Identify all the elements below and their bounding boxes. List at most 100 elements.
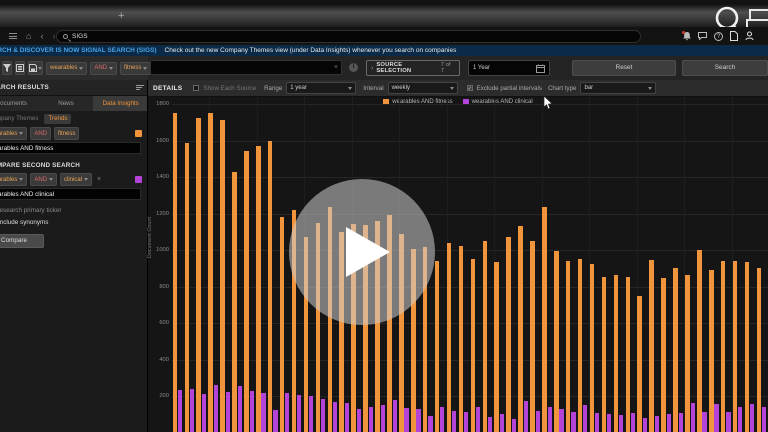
bar-clinical-week21[interactable] <box>416 409 420 432</box>
bar-clinical-week23[interactable] <box>440 407 444 432</box>
help-icon[interactable]: ? <box>714 32 723 41</box>
subtab-company-themes[interactable]: Company Themes <box>0 115 38 122</box>
video-play-overlay[interactable] <box>289 179 435 325</box>
bar-fitness-week25[interactable] <box>459 246 464 432</box>
bar-clinical-week12[interactable] <box>309 396 313 432</box>
search-button[interactable]: Search <box>682 60 768 76</box>
include-synonyms-checkbox[interactable]: Include synonyms <box>0 214 148 226</box>
bar-fitness-week23[interactable] <box>435 261 440 432</box>
subtab-trends[interactable]: Trends <box>44 114 71 124</box>
bar-fitness-week40[interactable] <box>637 296 642 432</box>
bar-fitness-week41[interactable] <box>649 260 654 432</box>
sort-icon[interactable] <box>136 84 144 91</box>
bar-fitness-week8[interactable] <box>256 146 261 432</box>
bar-clinical-week36[interactable] <box>595 413 599 432</box>
bar-fitness-week50[interactable] <box>757 268 762 432</box>
filter-icon[interactable] <box>2 61 12 75</box>
show-each-source-checkbox[interactable] <box>193 85 199 91</box>
profile-icon[interactable] <box>745 31 754 41</box>
bar-clinical-week31[interactable] <box>536 411 540 432</box>
bar-fitness-week42[interactable] <box>661 278 666 432</box>
bar-fitness-week44[interactable] <box>685 275 690 432</box>
bar-fitness-week38[interactable] <box>614 275 619 432</box>
bar-clinical-week18[interactable] <box>381 405 385 432</box>
bar-fitness-week43[interactable] <box>673 268 678 432</box>
range-dropdown[interactable]: 1 year <box>286 82 356 94</box>
pill-and[interactable]: AND <box>30 127 51 140</box>
bar-clinical-week16[interactable] <box>357 409 361 432</box>
bar-clinical-week6[interactable] <box>238 386 242 432</box>
bar-clinical-week41[interactable] <box>655 416 659 432</box>
bar-clinical-week46[interactable] <box>714 404 718 432</box>
bar-fitness-week47[interactable] <box>721 261 726 432</box>
bar-clinical-week8[interactable] <box>261 393 265 432</box>
address-bar[interactable]: SIGS <box>56 30 641 43</box>
bar-clinical-week4[interactable] <box>214 385 218 432</box>
bar-fitness-week32[interactable] <box>542 207 547 432</box>
bar-clinical-week40[interactable] <box>643 418 647 432</box>
bar-fitness-week30[interactable] <box>518 226 523 432</box>
bar-clinical-week44[interactable] <box>691 403 695 432</box>
bar-clinical-week15[interactable] <box>345 403 349 432</box>
tab-news[interactable]: News <box>39 96 94 111</box>
pill-fitness[interactable]: fitness <box>54 127 79 140</box>
bar-fitness-week29[interactable] <box>506 237 511 432</box>
bar-clinical-week5[interactable] <box>226 392 230 432</box>
bar-fitness-week10[interactable] <box>280 217 285 432</box>
bar-clinical-week1[interactable] <box>178 390 182 432</box>
bar-clinical-week43[interactable] <box>679 413 683 432</box>
bar-clinical-week9[interactable] <box>273 410 277 432</box>
bar-fitness-week6[interactable] <box>232 172 237 432</box>
clear-icon[interactable]: × <box>334 64 338 71</box>
bar-fitness-week4[interactable] <box>208 113 213 432</box>
bar-fitness-week2[interactable] <box>185 143 190 432</box>
source-selection-button[interactable]: › SOURCE SELECTION 7 of 7 <box>366 60 460 76</box>
bar-clinical-week42[interactable] <box>667 414 671 432</box>
bar-clinical-week34[interactable] <box>571 412 575 432</box>
new-tab-button[interactable]: + <box>118 10 124 22</box>
bar-fitness-week26[interactable] <box>471 259 476 432</box>
bar-clinical-week24[interactable] <box>452 411 456 432</box>
second-search-input[interactable] <box>0 188 141 200</box>
query-pill-fitness[interactable]: fitness <box>120 62 151 75</box>
bar-fitness-week35[interactable] <box>578 259 583 432</box>
bar-clinical-week28[interactable] <box>500 414 504 432</box>
pill-and-2[interactable]: AND <box>30 173 57 186</box>
bar-clinical-week17[interactable] <box>369 407 373 432</box>
bar-fitness-week3[interactable] <box>196 118 201 432</box>
info-icon[interactable]: i <box>349 63 358 72</box>
bar-clinical-week29[interactable] <box>512 419 516 432</box>
plot-area[interactable] <box>172 97 768 432</box>
tab-documents[interactable]: Documents <box>0 96 39 111</box>
bar-fitness-week9[interactable] <box>268 141 273 432</box>
bar-fitness-week36[interactable] <box>590 264 595 432</box>
bar-clinical-week26[interactable] <box>476 407 480 432</box>
bar-clinical-week13[interactable] <box>321 399 325 432</box>
bar-clinical-week30[interactable] <box>524 401 528 432</box>
bar-clinical-week11[interactable] <box>297 395 301 432</box>
bar-fitness-week45[interactable] <box>697 250 702 432</box>
banner-highlight-link[interactable]: SEARCH & DISCOVER IS NOW SIGNAL SEARCH (… <box>0 47 157 54</box>
bar-fitness-week24[interactable] <box>447 243 452 432</box>
back-icon[interactable]: ‹ <box>40 32 43 41</box>
first-search-input[interactable] <box>0 142 141 154</box>
bar-fitness-week37[interactable] <box>602 277 607 432</box>
research-primary-ticker-checkbox[interactable]: Research primary ticker <box>0 202 148 214</box>
bar-clinical-week32[interactable] <box>548 407 552 432</box>
bar-clinical-week39[interactable] <box>631 413 635 432</box>
chat-icon[interactable] <box>698 32 707 40</box>
interval-dropdown[interactable]: weekly <box>388 82 458 94</box>
bar-clinical-week19[interactable] <box>393 400 397 432</box>
reset-button[interactable]: Reset <box>572 60 676 76</box>
bar-fitness-week1[interactable] <box>173 113 178 432</box>
bar-fitness-week31[interactable] <box>530 241 535 432</box>
bar-fitness-week7[interactable] <box>244 151 249 432</box>
bar-clinical-week20[interactable] <box>404 408 408 432</box>
pill-wearables-2[interactable]: wearables <box>0 173 27 186</box>
query-input[interactable]: × <box>150 60 342 75</box>
forward-icon[interactable]: › <box>52 32 55 41</box>
compare-button[interactable]: Compare <box>0 234 44 248</box>
pill-clinical[interactable]: clinical <box>60 173 92 186</box>
date-range-field[interactable]: 1 Year <box>468 60 550 76</box>
saved-list-icon[interactable] <box>15 61 25 75</box>
